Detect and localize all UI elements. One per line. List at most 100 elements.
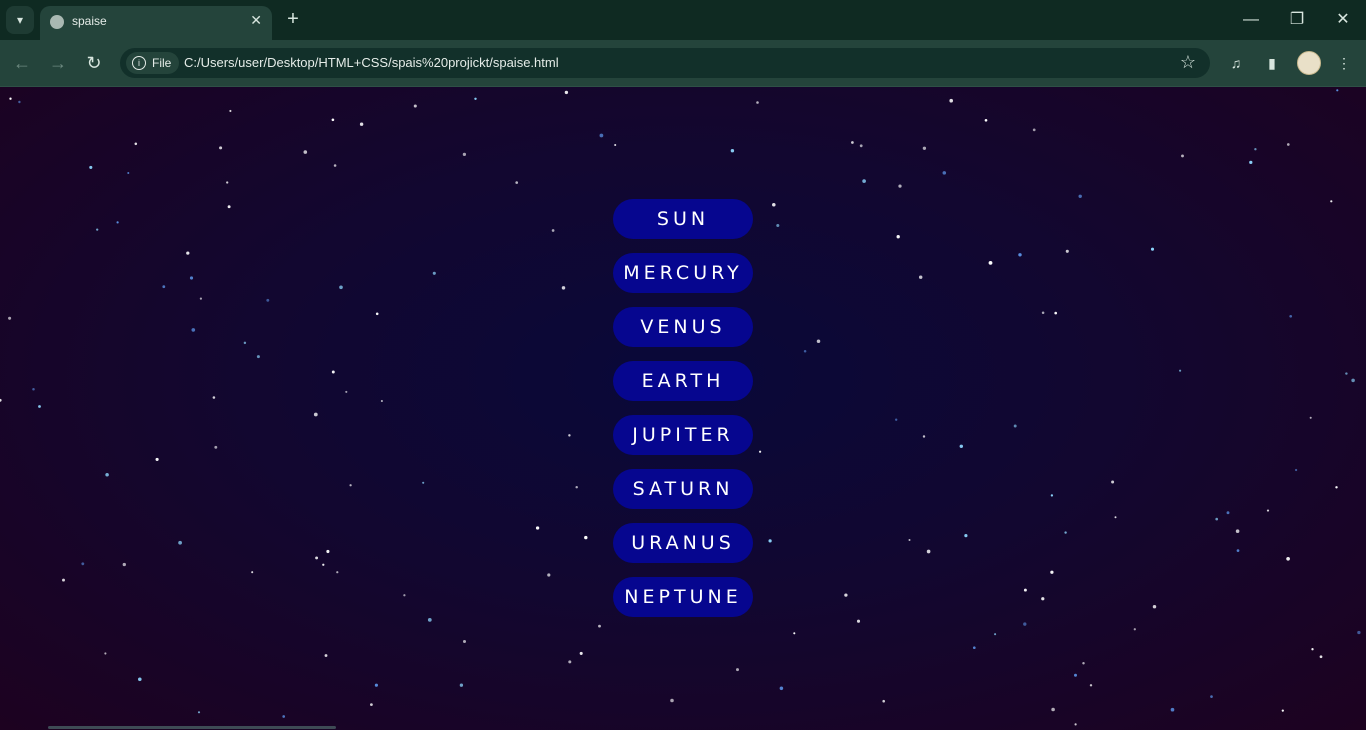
star-dot xyxy=(474,97,477,101)
star-dot xyxy=(851,141,854,144)
menu-kebab-icon[interactable]: ⋮ xyxy=(1332,51,1356,75)
star-dot xyxy=(1266,509,1270,512)
planet-button-sun[interactable]: SUN xyxy=(613,199,753,239)
back-arrow-icon[interactable]: ← xyxy=(10,51,34,75)
star-dot xyxy=(189,276,194,280)
star-dot xyxy=(1289,314,1293,318)
star-dot xyxy=(326,549,330,554)
tab-search-dropdown-icon[interactable]: ▾ xyxy=(6,6,34,34)
star-dot xyxy=(1051,707,1055,712)
star-dot xyxy=(1170,707,1175,712)
star-dot xyxy=(584,535,588,540)
bookmark-star-icon[interactable]: ☆ xyxy=(1180,52,1196,73)
url-text[interactable]: C:/Users/user/Desktop/HTML+CSS/spais%20p… xyxy=(184,55,559,70)
star-dot xyxy=(1023,622,1027,626)
star-dot xyxy=(551,229,555,232)
restore-icon[interactable]: ❐ xyxy=(1282,8,1312,32)
star-dot xyxy=(959,444,964,449)
star-dot xyxy=(339,285,343,290)
star-dot xyxy=(81,562,85,566)
close-window-icon[interactable]: ✕ xyxy=(1328,8,1358,32)
star-dot xyxy=(568,660,572,664)
star-dot xyxy=(243,341,247,345)
star-dot xyxy=(768,539,772,543)
star-dot xyxy=(251,571,254,574)
star-dot xyxy=(380,399,383,403)
planet-button-neptune[interactable]: NEPTUNE xyxy=(613,577,753,617)
media-controls-icon[interactable]: ♫ xyxy=(1224,51,1248,75)
star-dot xyxy=(1330,200,1333,203)
star-dot xyxy=(1226,511,1230,515)
star-dot xyxy=(994,633,997,636)
star-dot xyxy=(1215,517,1219,521)
site-info-chip[interactable]: i File xyxy=(126,52,180,74)
star-dot xyxy=(214,445,218,449)
star-dot xyxy=(1023,588,1027,592)
star-dot xyxy=(859,144,863,148)
new-tab-plus-icon[interactable]: + xyxy=(282,8,304,30)
profile-avatar[interactable] xyxy=(1297,51,1321,75)
side-panel-icon[interactable]: ▮ xyxy=(1260,51,1284,75)
star-dot xyxy=(1074,673,1077,677)
reload-icon[interactable]: ↻ xyxy=(82,51,106,75)
address-bar[interactable]: i File C:/Users/user/Desktop/HTML+CSS/sp… xyxy=(120,48,1210,78)
star-dot xyxy=(333,164,337,167)
star-dot xyxy=(598,624,601,628)
star-dot xyxy=(1309,416,1312,419)
star-dot xyxy=(844,593,848,597)
star-dot xyxy=(772,203,776,207)
star-dot xyxy=(756,101,759,104)
star-dot xyxy=(1111,480,1115,484)
star-dot xyxy=(1133,628,1136,631)
planet-button-saturn[interactable]: SATURN xyxy=(613,469,753,509)
star-dot xyxy=(984,118,988,122)
star-dot xyxy=(926,549,931,554)
close-tab-icon[interactable]: ✕ xyxy=(250,12,262,29)
star-dot xyxy=(313,412,318,417)
star-dot xyxy=(462,152,467,157)
star-dot xyxy=(1018,253,1022,257)
star-dot xyxy=(918,275,923,279)
star-dot xyxy=(793,632,796,635)
tab-spaise[interactable]: spaise ✕ xyxy=(40,6,272,40)
star-dot xyxy=(1319,655,1323,659)
planet-button-uranus[interactable]: URANUS xyxy=(613,523,753,563)
star-dot xyxy=(1074,723,1077,726)
star-dot xyxy=(882,699,885,703)
planet-button-jupiter[interactable]: JUPITER xyxy=(613,415,753,455)
horizontal-scrollbar[interactable] xyxy=(48,726,336,729)
star-dot xyxy=(1041,597,1045,601)
star-dot xyxy=(229,109,232,113)
star-dot xyxy=(38,405,41,408)
star-dot xyxy=(62,578,65,582)
star-dot xyxy=(1089,684,1093,687)
star-dot xyxy=(162,285,166,289)
planet-button-venus[interactable]: VENUS xyxy=(613,307,753,347)
planet-button-mercury[interactable]: MERCURY xyxy=(613,253,753,293)
forward-arrow-icon[interactable]: → xyxy=(46,51,70,75)
star-dot xyxy=(336,571,339,574)
site-info-label: File xyxy=(152,56,172,70)
star-dot xyxy=(779,686,784,691)
star-dot xyxy=(856,619,861,623)
star-dot xyxy=(403,594,406,597)
star-dot xyxy=(1210,695,1213,698)
star-dot xyxy=(816,339,821,343)
star-dot xyxy=(922,146,927,150)
star-dot xyxy=(96,228,99,231)
star-dot xyxy=(964,534,968,538)
star-dot xyxy=(282,715,286,718)
minimize-icon[interactable]: — xyxy=(1236,8,1266,32)
star-dot xyxy=(1351,378,1355,383)
star-dot xyxy=(599,133,604,138)
star-dot xyxy=(427,618,432,622)
star-dot xyxy=(1286,556,1290,561)
star-dot xyxy=(432,271,436,275)
star-dot xyxy=(949,98,953,103)
planet-button-earth[interactable]: EARTH xyxy=(613,361,753,401)
star-dot xyxy=(776,223,780,228)
star-dot xyxy=(324,654,328,657)
star-dot xyxy=(1114,516,1117,519)
star-dot xyxy=(614,143,617,147)
star-dot xyxy=(138,677,142,682)
